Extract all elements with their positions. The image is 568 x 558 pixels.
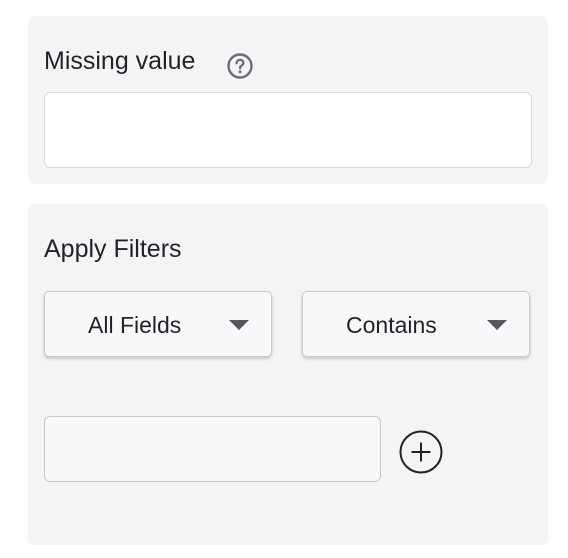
apply-filters-title: Apply Filters [44,235,182,263]
chevron-down-icon [487,320,507,330]
missing-value-label: Missing value [44,47,196,75]
question-circle-icon[interactable] [226,52,254,80]
operator-dropdown-value: Contains [346,312,437,338]
field-dropdown[interactable]: All Fields [44,291,272,357]
filter-value-input[interactable] [44,416,381,482]
chevron-down-icon [229,320,249,330]
missing-value-panel: Missing value [28,16,548,184]
plus-circle-icon [399,430,443,474]
missing-value-input[interactable] [44,92,532,168]
field-dropdown-value: All Fields [88,312,182,338]
apply-filters-panel: Apply Filters All Fields Contains [28,204,548,545]
operator-dropdown[interactable]: Contains [302,291,530,357]
add-filter-button[interactable] [399,430,443,474]
